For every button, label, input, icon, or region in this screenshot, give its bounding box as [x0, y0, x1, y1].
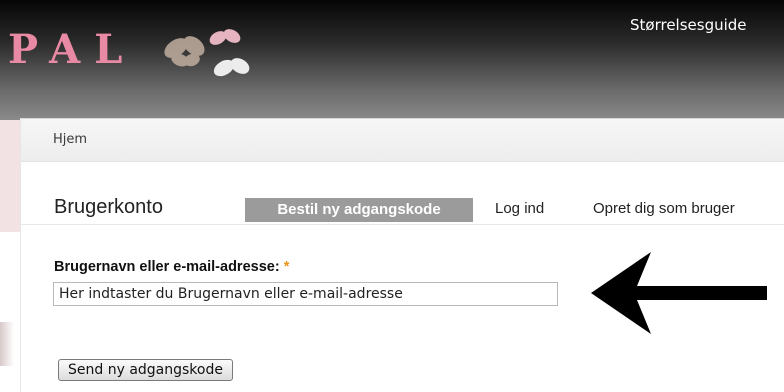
account-tabs: Brugerkonto Bestil ny adgangskode Log in… — [21, 178, 784, 225]
username-label: Brugernavn eller e-mail-adresse: * — [54, 259, 289, 275]
main-content: Hjem Brugerkonto Bestil ny adgangskode L… — [20, 118, 784, 392]
size-guide-link[interactable]: Størrelsesguide — [630, 16, 747, 34]
site-logo[interactable]: PAL — [8, 26, 136, 73]
breadcrumb: Hjem — [21, 118, 784, 162]
site-header: PAL Størrelsesguide — [0, 0, 784, 120]
page-title: Brugerkonto — [54, 196, 163, 218]
tab-register[interactable]: Opret dig som bruger — [593, 200, 735, 217]
side-decoration-lower — [0, 322, 14, 366]
username-label-text: Brugernavn eller e-mail-adresse: — [54, 259, 280, 275]
side-decoration — [0, 120, 20, 232]
tab-login[interactable]: Log ind — [495, 200, 544, 217]
butterflies-icon — [164, 29, 250, 77]
required-marker: * — [283, 259, 290, 275]
send-new-password-button[interactable]: Send ny adgangskode — [58, 359, 233, 381]
username-input[interactable] — [53, 282, 558, 306]
tab-request-password[interactable]: Bestil ny adgangskode — [245, 198, 473, 222]
breadcrumb-home-link[interactable]: Hjem — [53, 132, 87, 147]
arrow-left-icon — [591, 252, 767, 334]
